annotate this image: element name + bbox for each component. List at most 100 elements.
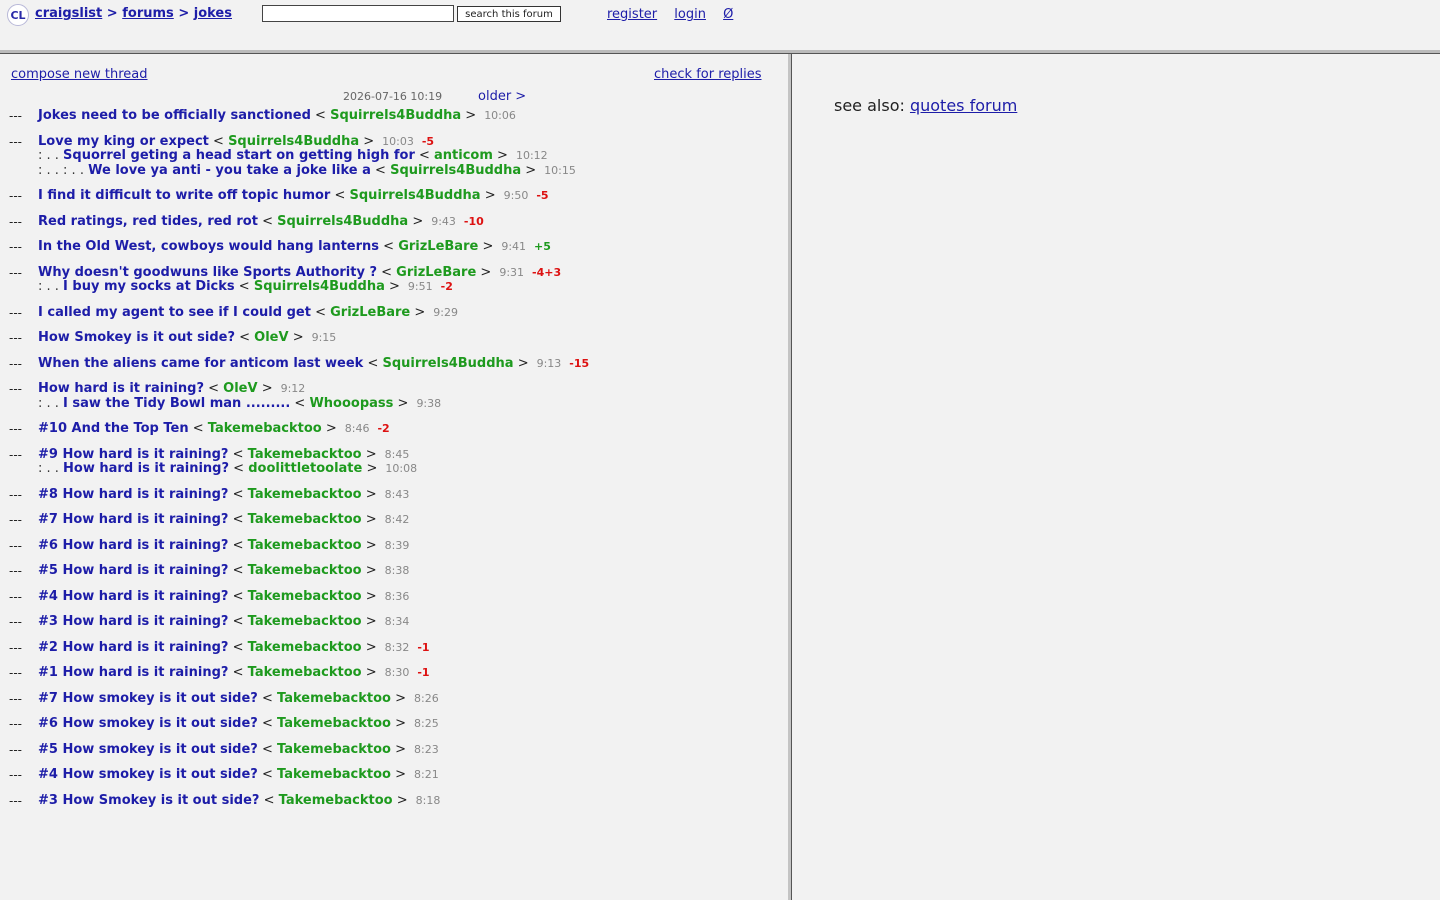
author-link[interactable]: Takemebacktoo <box>248 563 362 578</box>
author-link[interactable]: Takemebacktoo <box>277 767 391 782</box>
author-link[interactable]: Squirrels4Buddha <box>350 188 481 203</box>
compose-new-thread-link[interactable]: compose new thread <box>11 67 148 82</box>
author-link[interactable]: Takemebacktoo <box>248 538 362 553</box>
post-title-link[interactable]: #5 How smokey is it out side? <box>38 742 258 757</box>
post-title-link[interactable]: Why doesn't goodwuns like Sports Authori… <box>38 265 377 280</box>
post-title-link[interactable]: In the Old West, cowboys would hang lant… <box>38 239 379 254</box>
thread-marker: --- <box>9 768 22 782</box>
post-title-link[interactable]: How Smokey is it out side? <box>38 330 235 345</box>
craigslist-logo[interactable]: CL <box>7 4 29 26</box>
post-title-link[interactable]: #6 How smokey is it out side? <box>38 716 258 731</box>
author-link[interactable]: Takemebacktoo <box>248 665 362 680</box>
author-link[interactable]: GrizLeBare <box>396 265 476 280</box>
author-link[interactable]: GrizLeBare <box>398 239 478 254</box>
post-title-link[interactable]: #5 How hard is it raining? <box>38 563 228 578</box>
author-link[interactable]: Takemebacktoo <box>248 614 362 629</box>
author-link[interactable]: Takemebacktoo <box>248 512 362 527</box>
author-link[interactable]: Whooopass <box>309 396 393 411</box>
post-title-link[interactable]: #3 How hard is it raining? <box>38 614 228 629</box>
post-title-link[interactable]: I called my agent to see if I could get <box>38 305 311 320</box>
author-open-bracket: < <box>228 588 248 604</box>
post-title-link[interactable]: I saw the Tidy Bowl man ......... <box>63 396 290 411</box>
post-title-link[interactable]: Squorrel geting a head start on getting … <box>63 148 415 163</box>
breadcrumb-craigslist[interactable]: craigslist <box>35 6 102 21</box>
post-title-link[interactable]: How hard is it raining? <box>38 381 204 396</box>
author-close-bracket: > <box>359 133 375 149</box>
author-link[interactable]: OleV <box>254 330 288 345</box>
author-close-bracket: > <box>321 421 337 436</box>
post-title-link[interactable]: #10 And the Top Ten <box>38 421 189 436</box>
thread-marker: --- <box>9 564 22 578</box>
author-open-bracket: < <box>228 537 248 553</box>
post-title-link[interactable]: When the aliens came for anticom last we… <box>38 356 363 371</box>
author-link[interactable]: Squirrels4Buddha <box>390 163 521 178</box>
post-time: 8:43 <box>384 487 410 501</box>
post-title-link[interactable]: #6 How hard is it raining? <box>38 538 228 553</box>
thread-marker: --- <box>9 134 22 149</box>
author-link[interactable]: Takemebacktoo <box>248 487 362 502</box>
post-time: 8:18 <box>415 793 441 807</box>
post-title-link[interactable]: #7 How smokey is it out side? <box>38 691 258 706</box>
post-title-link[interactable]: Jokes need to be officially sanctioned <box>38 108 311 123</box>
author-link[interactable]: Takemebacktoo <box>208 421 322 436</box>
post-rating: -5 <box>421 134 435 148</box>
author-link[interactable]: Takemebacktoo <box>277 742 391 757</box>
thread-list-pane[interactable]: compose new thread check for replies 202… <box>0 54 788 900</box>
author-link[interactable]: Squirrels4Buddha <box>254 279 385 294</box>
author-close-bracket: > <box>257 381 273 396</box>
breadcrumb-separator: > <box>106 6 118 21</box>
author-close-bracket: > <box>361 614 377 629</box>
post-title-link[interactable]: #1 How hard is it raining? <box>38 665 228 680</box>
author-close-bracket: > <box>362 461 378 476</box>
author-link[interactable]: Takemebacktoo <box>277 691 391 706</box>
post-title-link[interactable]: Love my king or expect <box>38 134 209 149</box>
author-link[interactable]: anticom <box>434 148 493 163</box>
post-title-link[interactable]: We love ya anti - you take a joke like a <box>88 163 371 178</box>
post-title-link[interactable]: #2 How hard is it raining? <box>38 640 228 655</box>
older-link[interactable]: older > <box>478 89 526 104</box>
post-title-link[interactable]: #7 How hard is it raining? <box>38 512 228 527</box>
post-title-link[interactable]: #4 How smokey is it out side? <box>38 767 258 782</box>
breadcrumb-jokes[interactable]: jokes <box>194 6 232 21</box>
author-link[interactable]: Takemebacktoo <box>248 640 362 655</box>
author-link[interactable]: Squirrels4Buddha <box>383 356 514 371</box>
author-link[interactable]: Takemebacktoo <box>279 793 393 808</box>
post-rating: +5 <box>534 240 551 253</box>
author-close-bracket: > <box>361 588 377 604</box>
thread-marker: --- <box>9 382 22 396</box>
author-link[interactable]: OleV <box>223 381 257 396</box>
reply-indent: : . . <box>38 279 64 294</box>
author-link[interactable]: Takemebacktoo <box>277 716 391 731</box>
author-link[interactable]: doolittletoolate <box>248 461 362 476</box>
author-close-bracket: > <box>361 563 377 578</box>
author-open-bracket: < <box>370 162 391 178</box>
author-link[interactable]: Squirrels4Buddha <box>277 214 408 229</box>
author-open-bracket: < <box>228 614 248 629</box>
post-title-link[interactable]: How hard is it raining? <box>63 461 229 476</box>
search-forum-button[interactable]: search this forum <box>457 6 561 22</box>
author-link[interactable]: Squirrels4Buddha <box>228 134 359 149</box>
post-time: 8:42 <box>384 513 410 526</box>
register-link[interactable]: register <box>607 7 657 22</box>
post-time: 10:12 <box>515 149 548 162</box>
post-title-link[interactable]: #4 How hard is it raining? <box>38 589 228 604</box>
post-title-link[interactable]: I find it difficult to write off topic h… <box>38 188 330 203</box>
post-title-link[interactable]: I buy my socks at Dicks <box>63 279 235 294</box>
post-title-link[interactable]: #3 How Smokey is it out side? <box>38 793 259 808</box>
quotes-forum-link[interactable]: quotes forum <box>910 96 1017 115</box>
author-link[interactable]: Takemebacktoo <box>248 589 362 604</box>
author-link[interactable]: Takemebacktoo <box>248 447 362 462</box>
null-symbol-link[interactable]: Ø <box>723 7 733 22</box>
see-also: see also: quotes forum <box>834 96 1017 115</box>
post-rating: -2 <box>440 280 453 293</box>
post-title-link[interactable]: Red ratings, red tides, red rot <box>38 214 258 229</box>
login-link[interactable]: login <box>674 7 706 22</box>
post-title-link[interactable]: #9 How hard is it raining? <box>38 447 228 462</box>
search-input[interactable] <box>262 5 454 22</box>
author-link[interactable]: Squirrels4Buddha <box>330 108 461 123</box>
author-link[interactable]: GrizLeBare <box>330 305 410 320</box>
author-open-bracket: < <box>228 446 248 462</box>
breadcrumb-forums[interactable]: forums <box>122 6 174 21</box>
post-title-link[interactable]: #8 How hard is it raining? <box>38 487 228 502</box>
check-for-replies-link[interactable]: check for replies <box>654 67 762 82</box>
